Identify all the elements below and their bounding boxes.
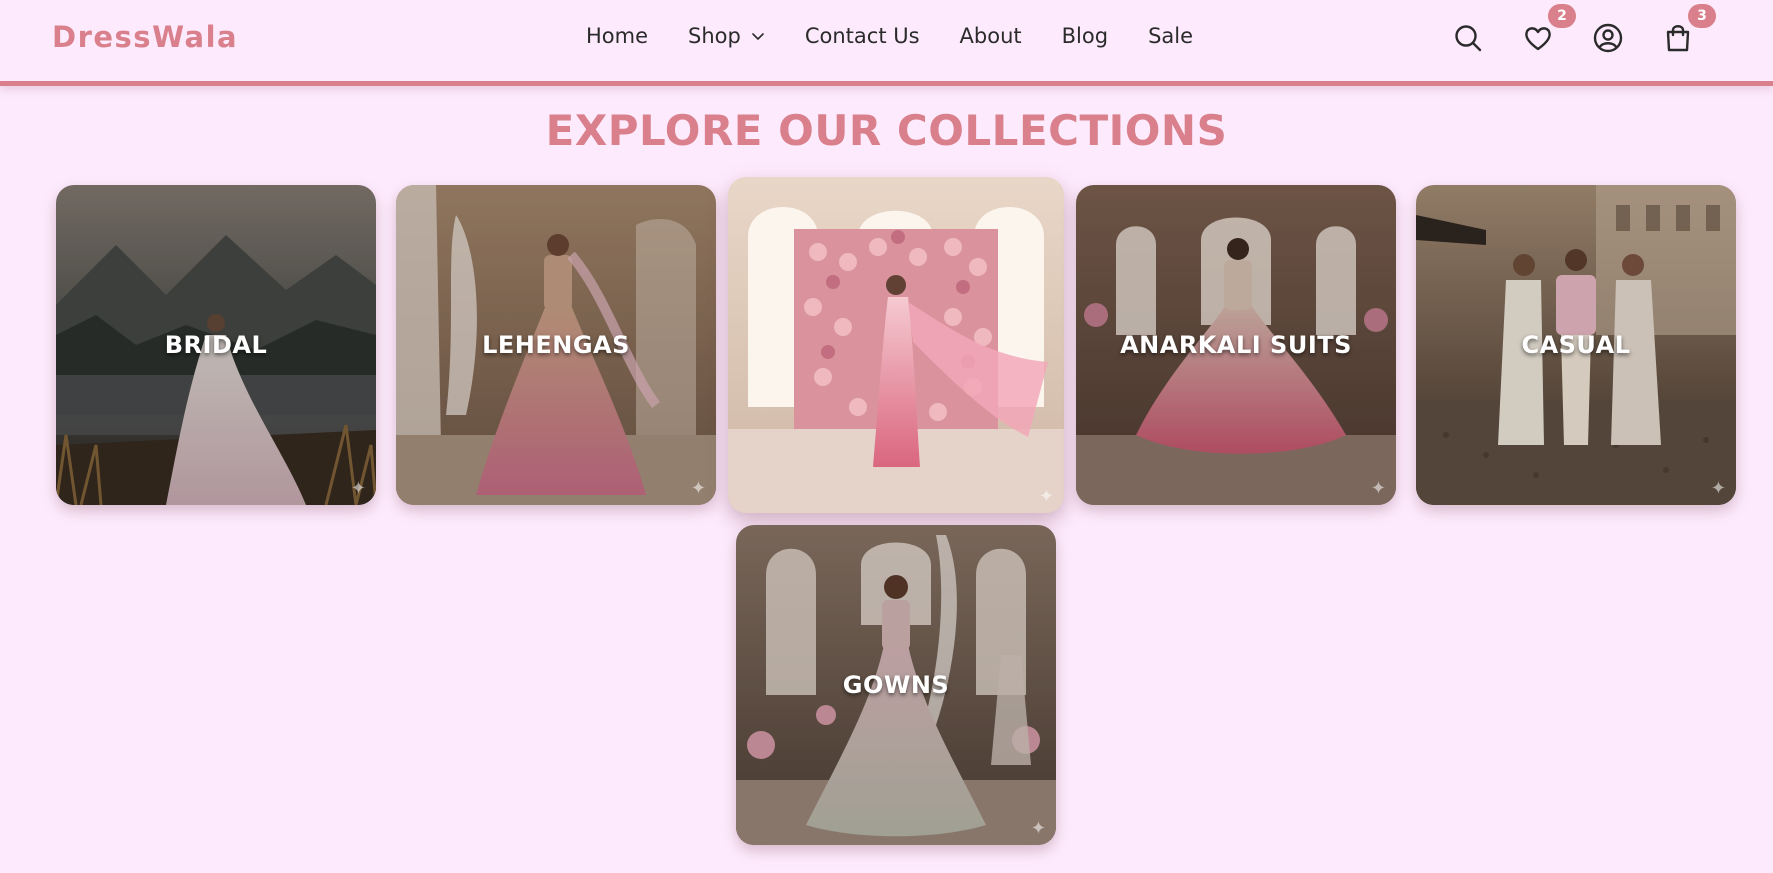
cart-button[interactable]: 3: [1662, 4, 1716, 58]
search-button[interactable]: [1452, 22, 1484, 58]
heart-icon: [1525, 27, 1551, 51]
wishlist-button[interactable]: 2: [1522, 4, 1576, 58]
nav-shop-label: Shop: [688, 24, 741, 48]
nav-contact-us[interactable]: Contact Us: [805, 24, 920, 48]
sparkle-icon: ✦: [1370, 478, 1386, 499]
nav-sale[interactable]: Sale: [1148, 24, 1193, 48]
site-header: DressWala Home Shop Contact Us About Blo…: [0, 0, 1773, 86]
nav-shop[interactable]: Shop: [688, 24, 765, 48]
collection-card-label: ANARKALI SUITS: [1120, 331, 1352, 359]
nav-home-label: Home: [586, 24, 649, 48]
wishlist-count-badge: 2: [1548, 4, 1576, 28]
user-circle-icon: [1593, 23, 1623, 53]
collections-title: EXPLORE OUR COLLECTIONS: [545, 106, 1228, 155]
sparkle-icon: ✦: [350, 478, 366, 499]
shopping-bag-icon: [1666, 25, 1690, 52]
sarees-photo: [728, 177, 1064, 513]
collection-card-casual[interactable]: CASUAL ✦: [1416, 185, 1736, 505]
collection-card-anarkali-suits[interactable]: ANARKALI SUITS ✦: [1076, 185, 1396, 505]
nav-sale-label: Sale: [1148, 24, 1194, 48]
nav-home[interactable]: Home: [586, 24, 648, 48]
collection-card-sarees[interactable]: ✦: [728, 177, 1064, 513]
nav-blog[interactable]: Blog: [1062, 24, 1108, 48]
chevron-down-icon: [752, 33, 764, 40]
collection-card-label: BRIDAL: [164, 331, 268, 359]
collection-card-gowns[interactable]: GOWNS ✦: [736, 525, 1056, 845]
header-icons: 2 3: [1450, 4, 1716, 62]
collection-card-lehengas[interactable]: LEHENGAS ✦: [396, 185, 716, 505]
nav-blog-label: Blog: [1061, 24, 1109, 48]
sparkle-icon: ✦: [1038, 486, 1054, 507]
sparkle-icon: ✦: [1710, 478, 1726, 499]
cart-count-badge: 3: [1688, 4, 1716, 28]
search-icon: [1455, 25, 1482, 52]
account-button[interactable]: [1592, 22, 1624, 58]
sparkle-icon: ✦: [690, 478, 706, 499]
nav-contact-us-label: Contact Us: [804, 24, 920, 48]
collection-card-label: CASUAL: [1521, 331, 1631, 359]
sparkle-icon: ✦: [1030, 818, 1046, 839]
collection-card-label: LEHENGAS: [482, 331, 630, 359]
main-nav: Home Shop Contact Us About Blog Sale: [586, 24, 1233, 48]
collection-card-bridal[interactable]: BRIDAL ✦: [56, 185, 376, 505]
collection-card-label: GOWNS: [842, 671, 950, 699]
site-logo[interactable]: DressWala: [52, 20, 238, 54]
nav-about[interactable]: About: [960, 24, 1022, 48]
nav-about-label: About: [959, 24, 1022, 48]
